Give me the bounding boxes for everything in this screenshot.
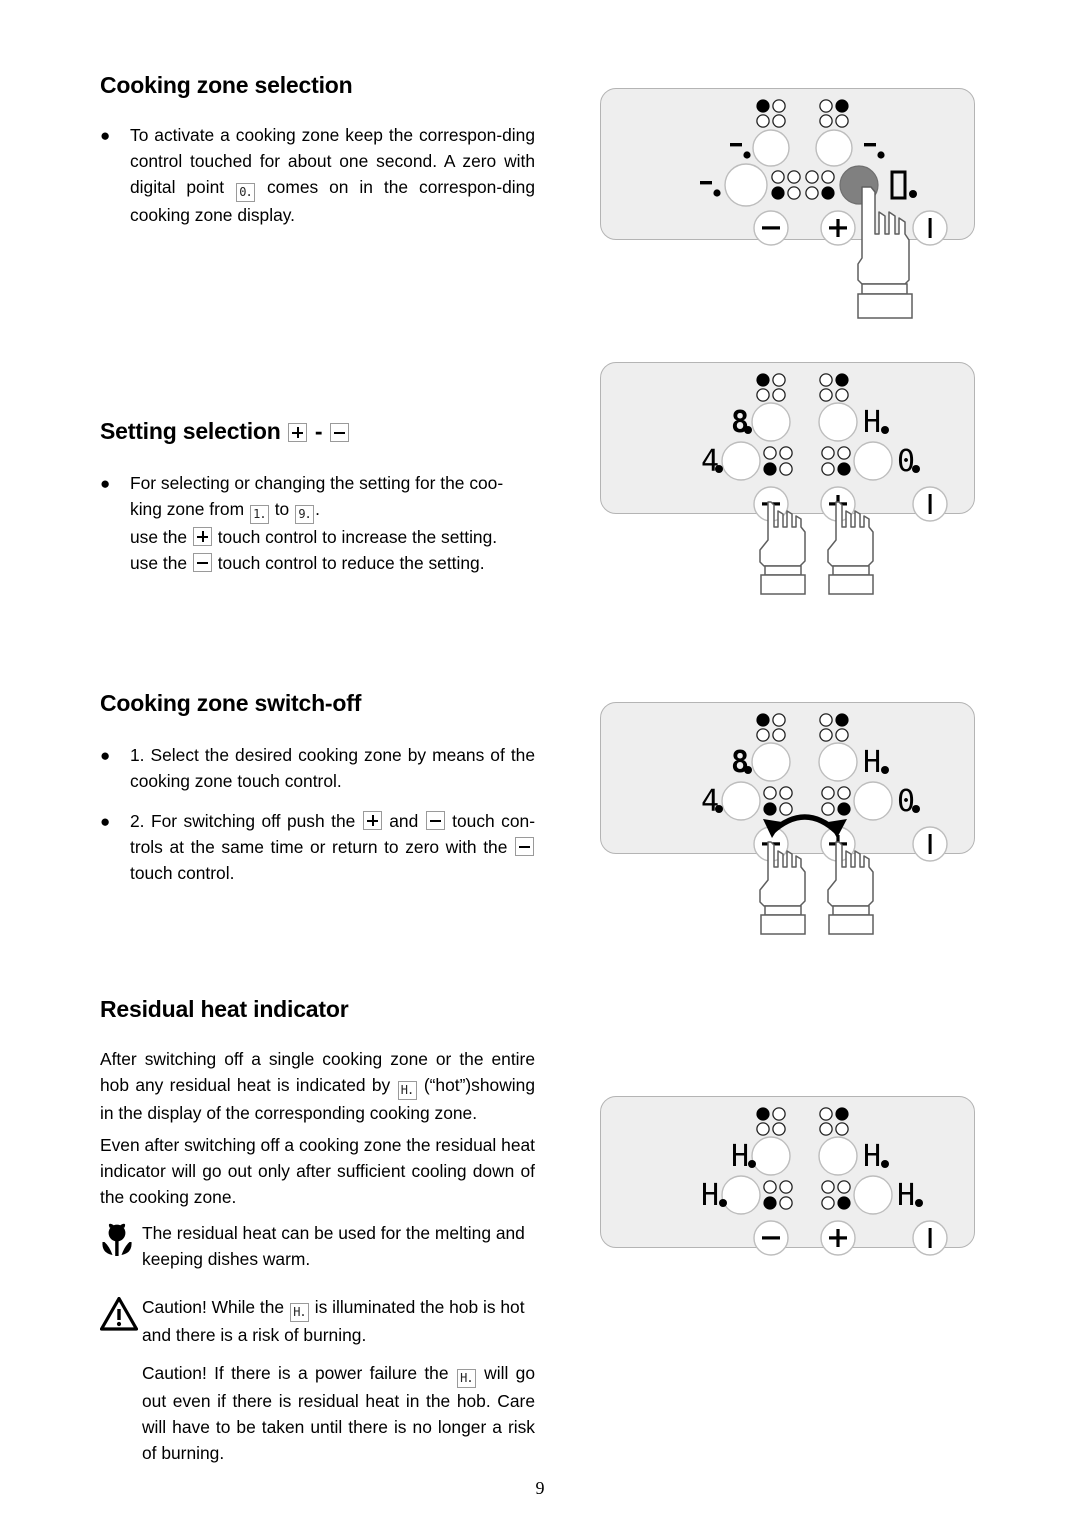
bullet-text: 1. Select the desired cooking zone by me… bbox=[130, 745, 535, 791]
section-title-setting-selection: Setting selection - bbox=[100, 418, 535, 445]
minus-icon bbox=[515, 837, 534, 856]
section-cooking-zone-selection: Cooking zone selection bbox=[100, 72, 535, 99]
text-run: Caution! While the bbox=[142, 1297, 289, 1317]
instruction-reduce: use the touch control to reduce the sett… bbox=[130, 550, 535, 576]
display-glyph-zero: 0. bbox=[236, 183, 256, 202]
bullet-cooking-zone-selection: ● To activate a cooking zone keep the co… bbox=[100, 122, 535, 228]
hyphen-separator: - bbox=[314, 418, 323, 444]
minus-icon bbox=[425, 811, 445, 830]
display-glyph-h: H. bbox=[456, 1369, 476, 1388]
plus-icon bbox=[362, 811, 382, 830]
hand-icon bbox=[827, 501, 874, 595]
warning-triangle-icon bbox=[99, 1294, 142, 1336]
text-run: and bbox=[382, 811, 425, 831]
text-run: touch control. bbox=[130, 863, 235, 883]
diagram-residual-heat: H H H H bbox=[600, 1096, 980, 1256]
display-glyph-one: 1. bbox=[249, 505, 269, 524]
section-cooking-zone-switch-off: Cooking zone switch-off bbox=[100, 690, 535, 717]
bullet-switch-off-step-1: ● 1. Select the desired cooking zone by … bbox=[100, 742, 535, 794]
text-run: . bbox=[315, 499, 320, 519]
note-text: Caution! While the H. is illuminated the… bbox=[142, 1294, 535, 1348]
instruction-increase: use the touch control to increase the se… bbox=[130, 524, 535, 550]
hand-icon bbox=[759, 841, 806, 935]
bullet-marker: ● bbox=[100, 746, 111, 765]
hand-icon bbox=[827, 841, 874, 935]
text-run: 2. For switching off push the bbox=[130, 811, 362, 831]
display-glyph-h: H. bbox=[397, 1081, 417, 1100]
text-run: to bbox=[269, 499, 295, 519]
bullet-text: To activate a cooking zone keep the corr… bbox=[130, 122, 535, 228]
diagram-setting-selection: 8 H 4 0 bbox=[600, 362, 980, 595]
manual-page: Cooking zone selection ● To activate a c… bbox=[0, 0, 1080, 1528]
text-run: use the bbox=[130, 527, 192, 547]
plus-icon bbox=[192, 527, 212, 546]
hob-control-panel bbox=[600, 88, 975, 240]
note-tip: The residual heat can be used for the me… bbox=[100, 1220, 535, 1272]
hob-control-panel bbox=[600, 1096, 975, 1248]
note-caution-hot: Caution! While the H. is illuminated the… bbox=[99, 1294, 535, 1348]
section-title-cooking-zone-selection: Cooking zone selection bbox=[100, 72, 353, 98]
diagram-switch-off: 8 H 4 0 bbox=[600, 702, 980, 935]
hand-icon bbox=[759, 501, 806, 595]
note-caution-power: Caution! If there is a power failure the… bbox=[142, 1360, 535, 1466]
note-text: The residual heat can be used for the me… bbox=[142, 1223, 525, 1269]
paragraph-residual-1: After switching off a single cooking zon… bbox=[100, 1046, 535, 1126]
diagram-zone-selection bbox=[600, 88, 980, 319]
paragraph-text: After switching off a single cooking zon… bbox=[100, 1046, 535, 1126]
bullet-marker: ● bbox=[100, 126, 111, 145]
bullet-marker: ● bbox=[100, 812, 111, 831]
section-title-text: Setting selection bbox=[100, 418, 281, 444]
paragraph-text: Even after switching off a cooking zone … bbox=[100, 1135, 535, 1207]
section-title-residual-heat-indicator: Residual heat indicator bbox=[100, 996, 349, 1022]
text-run: touch control to reduce the setting. bbox=[212, 553, 485, 573]
plus-icon bbox=[287, 423, 307, 442]
bullet-switch-off-step-2: ● 2. For switching off push the and touc… bbox=[100, 808, 535, 886]
page-number: 9 bbox=[535, 1478, 545, 1498]
text-run: Caution! If there is a power failure the bbox=[142, 1363, 456, 1383]
minus-icon bbox=[192, 553, 212, 572]
bullet-setting-selection: ● For selecting or changing the setting … bbox=[100, 470, 535, 576]
section-residual-heat-indicator: Residual heat indicator bbox=[100, 996, 535, 1023]
bullet-text: For selecting or changing the setting fo… bbox=[130, 470, 535, 576]
text-run: touch control to increase the setting. bbox=[212, 527, 498, 547]
hob-control-panel bbox=[600, 362, 975, 514]
bullet-marker: ● bbox=[100, 474, 111, 493]
bullet-text: 2. For switching off push the and touch … bbox=[130, 808, 535, 886]
minus-icon bbox=[330, 423, 350, 442]
display-glyph-nine: 9. bbox=[295, 505, 315, 524]
display-glyph-h: H. bbox=[289, 1303, 309, 1322]
flower-icon bbox=[100, 1220, 142, 1264]
section-title-cooking-zone-switch-off: Cooking zone switch-off bbox=[100, 690, 362, 716]
text-run: use the bbox=[130, 553, 192, 573]
hob-control-panel bbox=[600, 702, 975, 854]
note-text: Caution! If there is a power failure the… bbox=[142, 1360, 535, 1466]
paragraph-residual-2: Even after switching off a cooking zone … bbox=[100, 1132, 535, 1210]
section-setting-selection: Setting selection - bbox=[100, 418, 535, 445]
